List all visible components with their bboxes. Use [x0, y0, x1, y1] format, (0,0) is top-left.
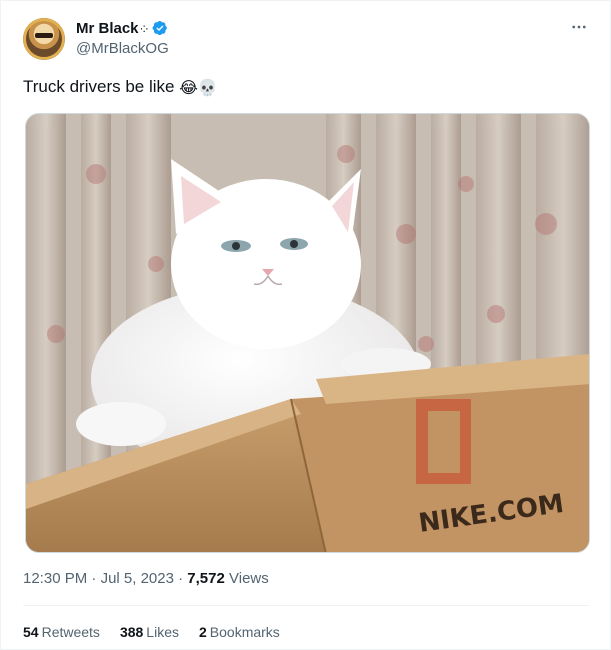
tweet-text-content: Truck drivers be like [23, 77, 180, 96]
display-name[interactable]: Mr Black [76, 20, 139, 37]
bookmarks-count: 2 [198, 624, 207, 640]
bookmarks-stat[interactable]: 2 Bookmarks [199, 624, 280, 640]
user-handle[interactable]: @MrBlackOG [76, 40, 169, 57]
verified-badge-icon [152, 20, 167, 36]
avatar-ring [23, 18, 65, 60]
tweet-text: Truck drivers be like 😂💀 [23, 77, 218, 97]
bookmarks-label: Bookmarks [209, 624, 280, 640]
meta-separator: · [87, 570, 101, 587]
retweets-stat[interactable]: 54 Retweets [23, 624, 100, 640]
tears-of-joy-emoji: 😂 [179, 78, 198, 97]
tweet-time[interactable]: 12:30 PM [23, 570, 87, 587]
more-horizontal-icon[interactable] [569, 17, 589, 37]
retweets-count: 54 [23, 624, 39, 640]
tweet-image[interactable]: NIKE.COM [25, 113, 590, 553]
cat-in-box-illustration: NIKE.COM [26, 114, 589, 552]
skull-emoji: 💀 [197, 78, 218, 97]
meta-separator: · [173, 570, 188, 587]
likes-stat[interactable]: 388 Likes [120, 624, 179, 640]
more-dots-glyph [572, 25, 586, 29]
divider [23, 605, 589, 606]
display-name-row: Mr Black ·:· [76, 18, 169, 38]
name-decoration: ·:· [139, 21, 149, 35]
views-label: Views [229, 570, 269, 587]
likes-label: Likes [146, 624, 179, 640]
tweet-header: Mr Black ·:· @MrBlackOG [23, 15, 593, 61]
likes-count: 388 [119, 624, 144, 640]
tweet-metadata: 12:30 PM · Jul 5, 2023 · 7,572 Views [23, 570, 269, 587]
avatar[interactable] [23, 18, 65, 60]
tweet-date[interactable]: Jul 5, 2023 [101, 570, 174, 587]
views-count: 7,572 [187, 570, 225, 587]
tweet-card: Mr Black ·:· @MrBlackOG Truck drivers be… [0, 0, 611, 650]
retweets-label: Retweets [41, 624, 100, 640]
author-names: Mr Black ·:· @MrBlackOG [76, 18, 169, 58]
engagement-stats: 54 Retweets 388 Likes 2 Bookmarks [23, 624, 300, 640]
